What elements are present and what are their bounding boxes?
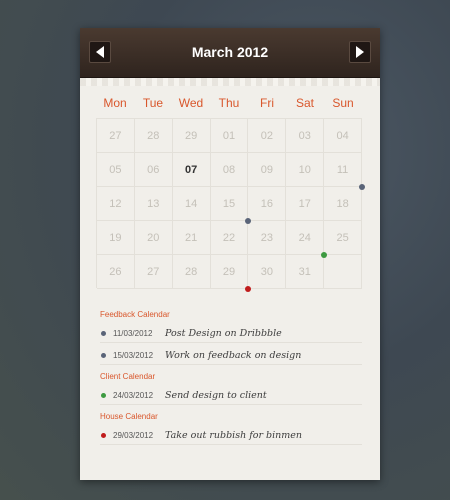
next-month-button[interactable] [349, 41, 371, 63]
day-cell[interactable]: 08 [210, 153, 249, 187]
event-color-dot [101, 393, 106, 398]
day-cell[interactable]: 09 [248, 153, 287, 187]
day-cell[interactable]: 02 [248, 119, 287, 153]
day-cell[interactable]: 28 [134, 119, 173, 153]
event-date: 15/03/2012 [113, 351, 154, 360]
day-cell[interactable]: 01 [210, 119, 249, 153]
event-title: Take out rubbish for binmen [165, 430, 302, 441]
weekday-header: Mon Tue Wed Thu Fri Sat Sun [96, 96, 362, 110]
calendar-group: Feedback Calendar 11/03/2012 Post Design o… [100, 310, 362, 365]
weekday-label: Sat [295, 96, 314, 110]
event-date: 24/03/2012 [113, 391, 154, 400]
weekday-label: Tue [142, 96, 164, 110]
day-cell[interactable]: 04 [324, 119, 363, 153]
calendar-header: March 2012 [80, 28, 380, 78]
day-cell[interactable]: 27 [134, 255, 173, 289]
event-row[interactable]: 24/03/2012 Send design to client [100, 387, 362, 405]
day-cell[interactable] [324, 255, 363, 289]
calendar-week-row: 19 20 21 22 23 24 25 [97, 221, 363, 258]
calendar-grid: 27 28 29 01 02 03 04 05 06 07 08 09 10 11 12 13 14 15 16 17… [96, 118, 366, 292]
event-marker-dot [245, 286, 252, 292]
day-cell[interactable]: 06 [134, 153, 173, 187]
event-date: 11/03/2012 [113, 329, 153, 338]
torn-paper-edge [80, 78, 380, 86]
calendar-week-row: 27 28 29 01 02 03 04 [97, 119, 363, 153]
day-cell[interactable]: 19 [97, 221, 135, 255]
day-cell[interactable]: 23 [248, 221, 287, 255]
event-title: Work on feedback on design [165, 350, 302, 361]
event-title: Post Design on Dribbble [165, 328, 282, 339]
day-cell[interactable]: 07 [172, 153, 211, 187]
day-cell[interactable]: 29 [172, 119, 211, 153]
day-cell[interactable]: 11 [324, 153, 366, 190]
day-cell[interactable]: 05 [97, 153, 135, 187]
day-cell[interactable]: 10 [286, 153, 325, 187]
weekday-label: Thu [218, 96, 240, 110]
day-cell[interactable]: 22 [210, 221, 249, 255]
calendar-group-title: House Calendar [100, 412, 158, 421]
day-cell[interactable]: 28 [172, 255, 211, 289]
event-row[interactable]: 11/03/2012 Post Design on Dribbble [100, 325, 362, 343]
event-marker-dot [359, 184, 366, 190]
calendar-widget: March 2012 Mon Tue Wed Thu Fri Sat Sun 2… [80, 28, 380, 480]
day-cell[interactable]: 12 [97, 187, 135, 221]
day-cell[interactable]: 03 [286, 119, 325, 153]
event-row[interactable]: 15/03/2012 Work on feedback on design [100, 347, 362, 365]
day-cell[interactable]: 15 [210, 187, 252, 224]
month-title: March 2012 [191, 44, 269, 60]
event-color-dot [101, 353, 106, 358]
calendar-group-title: Feedback Calendar [100, 310, 170, 319]
event-row[interactable]: 29/03/2012 Take out rubbish for binmen [100, 427, 362, 445]
calendar-group: Client Calendar 24/03/2012 Send design to … [100, 372, 362, 405]
event-color-dot [101, 433, 106, 438]
day-cell[interactable]: 16 [248, 187, 287, 221]
day-cell[interactable]: 30 [248, 255, 287, 289]
calendar-group: House Calendar 29/03/2012 Take out rubbish… [100, 412, 362, 445]
weekday-label: Fri [260, 96, 274, 110]
weekday-label: Sun [332, 96, 354, 110]
day-cell[interactable]: 13 [134, 187, 173, 221]
day-cell[interactable]: 20 [134, 221, 173, 255]
day-cell[interactable]: 24 [286, 221, 328, 258]
event-color-dot [101, 331, 106, 336]
calendar-week-row: 12 13 14 15 16 17 18 [97, 187, 363, 224]
day-cell[interactable]: 29 [210, 255, 252, 292]
day-cell[interactable]: 14 [172, 187, 211, 221]
day-cell[interactable]: 26 [97, 255, 135, 289]
calendar-group-title: Client Calendar [100, 372, 156, 381]
event-date: 29/03/2012 [113, 431, 154, 440]
day-cell[interactable]: 31 [286, 255, 325, 289]
arrow-right-icon [356, 46, 364, 58]
day-cell[interactable]: 17 [286, 187, 325, 221]
weekday-label: Wed [178, 96, 204, 110]
event-list: Feedback Calendar 11/03/2012 Post Design o… [100, 310, 362, 452]
day-cell[interactable]: 18 [324, 187, 363, 221]
day-cell[interactable]: 21 [172, 221, 211, 255]
calendar-week-row: 26 27 28 29 30 31 [97, 255, 363, 292]
calendar-week-row: 05 06 07 08 09 10 11 [97, 153, 366, 190]
day-cell[interactable]: 25 [324, 221, 363, 255]
day-cell[interactable]: 27 [97, 119, 135, 153]
weekday-label: Mon [103, 96, 127, 110]
event-title: Send design to client [165, 390, 267, 401]
